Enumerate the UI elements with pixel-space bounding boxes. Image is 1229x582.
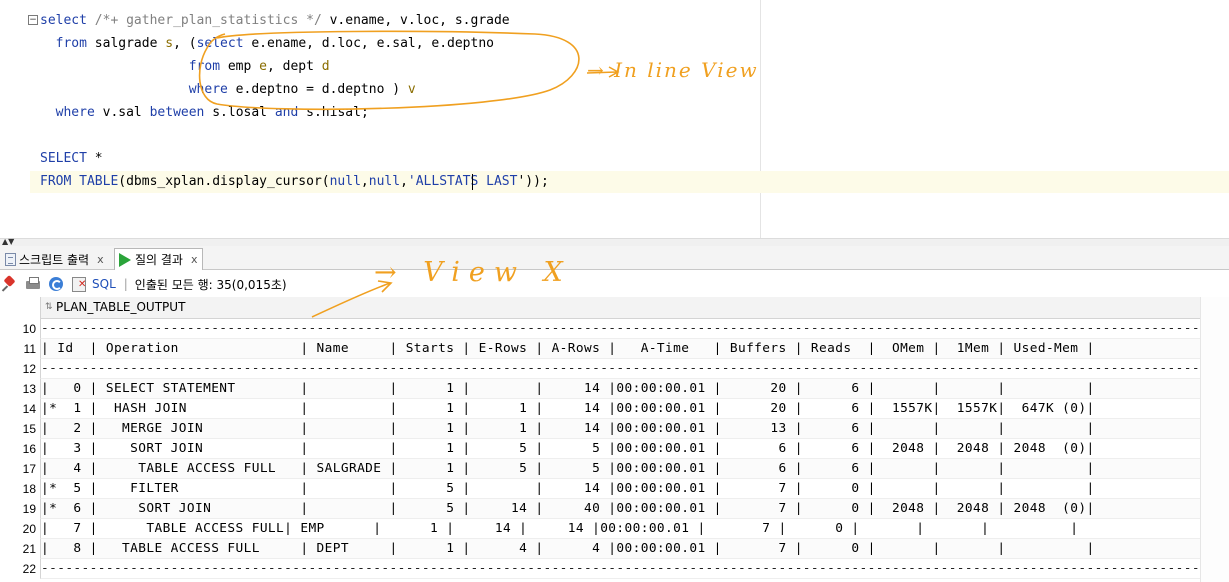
tab-close-icon[interactable]: x bbox=[191, 253, 198, 266]
tab-query-result[interactable]: 질의 결과 x bbox=[114, 248, 203, 270]
plan-output-cell[interactable]: | 4 | TABLE ACCESS FULL | SALGRADE | 1 |… bbox=[40, 459, 1200, 479]
row-number: 18 bbox=[0, 479, 38, 499]
plan-output-cell[interactable]: | 2 | MERGE JOIN | | 1 | 1 | 14 |00:00:0… bbox=[40, 419, 1200, 439]
panel-splitter[interactable]: ▲▼ bbox=[0, 237, 1229, 246]
grid-column-header[interactable]: ⇅ PLAN_TABLE_OUTPUT bbox=[40, 297, 1200, 319]
plan-output-text: | Id | Operation | Name | Starts | E-Row… bbox=[41, 341, 1095, 356]
code-line-4: where e.deptno = d.deptno ) v bbox=[188, 82, 416, 97]
refresh-icon[interactable] bbox=[48, 276, 64, 292]
plan-output-text: |* 6 | SORT JOIN | | 5 | 14 | 40 |00:00:… bbox=[41, 501, 1095, 516]
plan-output-text: |* 1 | HASH JOIN | | 1 | 1 | 14 |00:00:0… bbox=[41, 401, 1095, 416]
plan-output-text: | 3 | SORT JOIN | | 1 | 5 | 5 |00:00:00.… bbox=[41, 441, 1095, 456]
pin-icon[interactable] bbox=[2, 276, 18, 292]
code-line-1: select /*+ gather_plan_statistics */ v.e… bbox=[40, 13, 510, 28]
fold-toggle-icon[interactable]: − bbox=[28, 15, 38, 25]
result-toolbar: SQL | 인출된 모든 행: 35(0,015초) bbox=[0, 271, 1229, 297]
editor-margin-guide bbox=[760, 0, 761, 238]
tab-label: 스크립트 출력 bbox=[19, 253, 90, 267]
code-line-2: from salgrade s, (select e.ename, d.loc,… bbox=[55, 36, 494, 51]
plan-output-text: |* 5 | FILTER | | 5 | | 14 |00:00:00.01 … bbox=[41, 481, 1095, 496]
sql-editor[interactable]: − select /*+ gather_plan_statistics */ v… bbox=[0, 0, 1229, 238]
table-row[interactable]: 22 --------------------------------------… bbox=[0, 559, 1200, 579]
code-line-5: where v.sal between s.losal and s.hisal; bbox=[55, 105, 369, 120]
plan-output-cell[interactable]: | Id | Operation | Name | Starts | E-Row… bbox=[40, 339, 1200, 359]
row-number: 19 bbox=[0, 499, 38, 519]
plan-output-cell[interactable]: | 0 | SELECT STATEMENT | | 1 | | 14 |00:… bbox=[40, 379, 1200, 399]
table-row[interactable]: 20 | 7 | TABLE ACCESS FULL| EMP | 1 | 14 … bbox=[0, 519, 1200, 539]
row-number: 21 bbox=[0, 539, 38, 559]
row-number: 16 bbox=[0, 439, 38, 459]
table-row[interactable]: 15 | 2 | MERGE JOIN | | 1 | 1 | 14 |00:00… bbox=[0, 419, 1200, 439]
code-line-7: SELECT * bbox=[40, 151, 103, 166]
table-row[interactable]: 21 | 8 | TABLE ACCESS FULL | DEPT | 1 | 4… bbox=[0, 539, 1200, 559]
table-row[interactable]: 18 |* 5 | FILTER | | 5 | | 14 |00:00:00.0… bbox=[0, 479, 1200, 499]
plan-output-text: ----------------------------------------… bbox=[41, 321, 1200, 336]
plan-output-text: | 4 | TABLE ACCESS FULL | SALGRADE | 1 |… bbox=[41, 461, 1095, 476]
result-grid[interactable]: ⇅ PLAN_TABLE_OUTPUT 10 ------------------… bbox=[0, 257, 1229, 582]
grid-vertical-scrollbar[interactable] bbox=[1200, 297, 1229, 582]
inline-view-arrow bbox=[586, 66, 620, 78]
plan-output-text: | 0 | SELECT STATEMENT | | 1 | | 14 |00:… bbox=[41, 381, 1095, 396]
text-caret bbox=[472, 174, 473, 190]
plan-output-cell[interactable]: ----------------------------------------… bbox=[40, 559, 1200, 579]
row-number: 17 bbox=[0, 459, 38, 479]
code-line-3: from emp e, dept d bbox=[188, 59, 330, 74]
plan-output-cell[interactable]: | 8 | TABLE ACCESS FULL | DEPT | 1 | 4 |… bbox=[40, 539, 1200, 559]
row-number: 13 bbox=[0, 379, 38, 399]
plan-output-cell[interactable]: |* 6 | SORT JOIN | | 5 | 14 | 40 |00:00:… bbox=[40, 499, 1200, 519]
plan-output-text: | 2 | MERGE JOIN | | 1 | 1 | 14 |00:00:0… bbox=[41, 421, 1095, 436]
plan-output-text: ----------------------------------------… bbox=[41, 361, 1200, 376]
row-number: 22 bbox=[0, 559, 38, 579]
inline-view-note: → In line View bbox=[587, 58, 759, 82]
row-number: 14 bbox=[0, 399, 38, 419]
sql-button[interactable]: SQL bbox=[92, 277, 116, 291]
tab-close-icon[interactable]: x bbox=[97, 253, 104, 266]
output-tab-bar: 스크립트 출력 x 질의 결과 x bbox=[0, 246, 1229, 270]
plan-output-text: ----------------------------------------… bbox=[41, 561, 1200, 576]
column-plan-table-output[interactable]: PLAN_TABLE_OUTPUT bbox=[56, 297, 185, 318]
row-number: 12 bbox=[0, 359, 38, 379]
plan-output-cell[interactable]: | 7 | TABLE ACCESS FULL| EMP | 1 | 14 | … bbox=[40, 519, 1200, 539]
plan-output-cell[interactable]: ----------------------------------------… bbox=[40, 359, 1200, 379]
plan-output-cell[interactable]: ----------------------------------------… bbox=[40, 319, 1200, 339]
table-row[interactable]: 12 --------------------------------------… bbox=[0, 359, 1200, 379]
table-row[interactable]: 14 |* 1 | HASH JOIN | | 1 | 1 | 14 |00:00… bbox=[0, 399, 1200, 419]
row-number: 20 bbox=[0, 519, 38, 539]
row-number: 10 bbox=[0, 319, 38, 339]
table-row[interactable]: 17 | 4 | TABLE ACCESS FULL | SALGRADE | 1… bbox=[0, 459, 1200, 479]
collapse-arrows-icon[interactable]: ▲▼ bbox=[2, 237, 14, 246]
plan-output-cell[interactable]: |* 1 | HASH JOIN | | 1 | 1 | 14 |00:00:0… bbox=[40, 399, 1200, 419]
table-row[interactable]: 16 | 3 | SORT JOIN | | 1 | 5 | 5 |00:00:0… bbox=[0, 439, 1200, 459]
plan-output-cell[interactable]: | 3 | SORT JOIN | | 1 | 5 | 5 |00:00:00.… bbox=[40, 439, 1200, 459]
grid-rows: 10 --------------------------------------… bbox=[0, 319, 1200, 579]
tab-label: 질의 결과 bbox=[135, 253, 183, 267]
table-row[interactable]: 19 |* 6 | SORT JOIN | | 5 | 14 | 40 |00:0… bbox=[0, 499, 1200, 519]
row-number: 11 bbox=[0, 339, 38, 359]
plan-output-text: | 8 | TABLE ACCESS FULL | DEPT | 1 | 4 |… bbox=[41, 541, 1095, 556]
code-line-8-current: FROM TABLE(dbms_xplan.display_cursor(nul… bbox=[30, 171, 1229, 193]
fetched-rows-status: 인출된 모든 행: 35(0,015초) bbox=[134, 277, 287, 292]
sort-icon[interactable]: ⇅ bbox=[45, 297, 53, 318]
table-row[interactable]: 13 | 0 | SELECT STATEMENT | | 1 | | 14 |0… bbox=[0, 379, 1200, 399]
script-output-icon bbox=[5, 253, 16, 266]
cancel-fetch-icon[interactable] bbox=[71, 276, 87, 292]
run-query-icon bbox=[119, 252, 131, 267]
table-row[interactable]: 10 --------------------------------------… bbox=[0, 319, 1200, 339]
tab-script-output[interactable]: 스크립트 출력 x bbox=[0, 248, 109, 270]
toolbar-separator: | bbox=[123, 277, 128, 291]
plan-output-cell[interactable]: |* 5 | FILTER | | 5 | | 14 |00:00:00.01 … bbox=[40, 479, 1200, 499]
plan-output-text: | 7 | TABLE ACCESS FULL| EMP | 1 | 14 | … bbox=[41, 521, 1079, 536]
print-icon[interactable] bbox=[25, 276, 41, 292]
table-row[interactable]: 11 | Id | Operation | Name | Starts | E-R… bbox=[0, 339, 1200, 359]
row-number: 15 bbox=[0, 419, 38, 439]
